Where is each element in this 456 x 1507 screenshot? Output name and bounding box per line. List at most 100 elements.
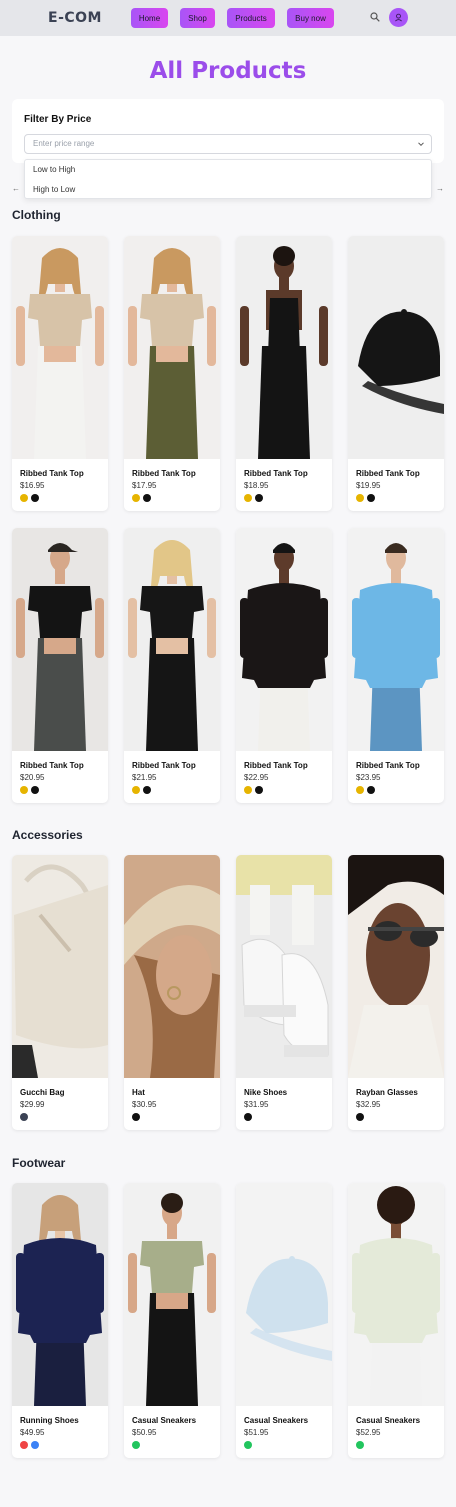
color-swatch[interactable] (20, 1441, 28, 1449)
product-card[interactable]: Ribbed Tank Top $22.95 (236, 528, 332, 803)
product-image[interactable] (12, 1183, 108, 1406)
search-icon[interactable] (370, 12, 380, 22)
product-name[interactable]: Casual Sneakers (244, 1416, 308, 1425)
product-image[interactable] (236, 1183, 332, 1406)
color-swatch[interactable] (244, 494, 252, 502)
color-swatch[interactable] (367, 494, 375, 502)
sort-high-to-low-option[interactable]: High to Low (33, 185, 75, 194)
nav-shop-button[interactable]: Shop (180, 8, 215, 28)
color-swatch[interactable] (356, 1441, 364, 1449)
product-card[interactable]: Ribbed Tank Top $20.95 (12, 528, 108, 803)
color-swatches (20, 786, 39, 794)
nav-buy-now-button[interactable]: Buy now (287, 8, 334, 28)
product-card[interactable]: Casual Sneakers $50.95 (124, 1183, 220, 1458)
product-card[interactable]: Nike Shoes $31.95 (236, 855, 332, 1130)
color-swatch[interactable] (143, 786, 151, 794)
product-name[interactable]: Gucchi Bag (20, 1088, 64, 1097)
product-card[interactable]: Rayban Glasses $32.95 (348, 855, 444, 1130)
color-swatch[interactable] (132, 1113, 140, 1121)
color-swatch[interactable] (356, 786, 364, 794)
product-name[interactable]: Casual Sneakers (356, 1416, 420, 1425)
price-range-placeholder: Enter price range (33, 139, 95, 148)
product-image[interactable] (124, 1183, 220, 1406)
color-swatches (244, 1441, 252, 1449)
product-image[interactable] (236, 236, 332, 459)
color-swatch[interactable] (31, 494, 39, 502)
product-image[interactable] (12, 528, 108, 751)
product-image[interactable] (124, 236, 220, 459)
sort-low-to-high-option[interactable]: Low to High (33, 165, 75, 174)
color-swatch[interactable] (244, 1113, 252, 1121)
product-name[interactable]: Ribbed Tank Top (20, 469, 84, 478)
product-card[interactable]: Ribbed Tank Top $19.95 (348, 236, 444, 511)
product-name[interactable]: Ribbed Tank Top (356, 761, 420, 770)
product-card[interactable]: Ribbed Tank Top $18.95 (236, 236, 332, 511)
product-name[interactable]: Ribbed Tank Top (356, 469, 420, 478)
product-card[interactable]: Casual Sneakers $51.95 (236, 1183, 332, 1458)
color-swatch[interactable] (244, 1441, 252, 1449)
product-image[interactable] (124, 528, 220, 751)
color-swatch[interactable] (132, 494, 140, 502)
product-image[interactable] (348, 236, 444, 459)
product-price: $29.99 (20, 1100, 45, 1109)
color-swatch[interactable] (356, 1113, 364, 1121)
color-swatches (20, 1441, 39, 1449)
color-swatch[interactable] (20, 494, 28, 502)
color-swatch[interactable] (255, 786, 263, 794)
page-title: All Products (149, 58, 307, 84)
product-card[interactable]: Hat $30.95 (124, 855, 220, 1130)
product-price: $51.95 (244, 1428, 269, 1437)
product-image[interactable] (236, 528, 332, 751)
color-swatch[interactable] (20, 1113, 28, 1121)
user-avatar[interactable] (389, 8, 408, 27)
product-name[interactable]: Ribbed Tank Top (244, 761, 308, 770)
color-swatch[interactable] (31, 1441, 39, 1449)
product-name[interactable]: Ribbed Tank Top (244, 469, 308, 478)
product-name[interactable]: Ribbed Tank Top (132, 469, 196, 478)
carousel-next-arrow[interactable]: → (436, 184, 444, 193)
color-swatch[interactable] (31, 786, 39, 794)
price-sort-dropdown: Low to High High to Low (24, 159, 432, 199)
carousel-prev-arrow[interactable]: ← (12, 184, 20, 193)
product-name[interactable]: Ribbed Tank Top (132, 761, 196, 770)
color-swatch[interactable] (20, 786, 28, 794)
color-swatch[interactable] (255, 494, 263, 502)
color-swatch[interactable] (367, 786, 375, 794)
product-card[interactable]: Ribbed Tank Top $21.95 (124, 528, 220, 803)
product-price: $22.95 (244, 773, 269, 782)
brand-logo[interactable]: E-COM (48, 10, 102, 26)
price-range-select[interactable]: Enter price range (24, 134, 432, 154)
product-image[interactable] (348, 528, 444, 751)
product-name[interactable]: Hat (132, 1088, 145, 1097)
nav-home-button[interactable]: Home (131, 8, 168, 28)
product-image[interactable] (124, 855, 220, 1078)
product-image[interactable] (348, 855, 444, 1078)
product-card[interactable]: Ribbed Tank Top $16.95 (12, 236, 108, 511)
product-image[interactable] (12, 855, 108, 1078)
product-image[interactable] (348, 1183, 444, 1406)
color-swatch[interactable] (356, 494, 364, 502)
product-name[interactable]: Running Shoes (20, 1416, 79, 1425)
product-card[interactable]: Gucchi Bag $29.99 (12, 855, 108, 1130)
product-image[interactable] (236, 855, 332, 1078)
product-name[interactable]: Rayban Glasses (356, 1088, 418, 1097)
section-title-clothing: Clothing (12, 208, 61, 222)
product-card[interactable]: Ribbed Tank Top $17.95 (124, 236, 220, 511)
product-name[interactable]: Nike Shoes (244, 1088, 287, 1097)
product-name[interactable]: Casual Sneakers (132, 1416, 196, 1425)
color-swatch[interactable] (132, 1441, 140, 1449)
color-swatch[interactable] (143, 494, 151, 502)
product-price: $17.95 (132, 481, 157, 490)
nav-products-button[interactable]: Products (227, 8, 275, 28)
color-swatches (132, 494, 151, 502)
product-card[interactable]: Running Shoes $49.95 (12, 1183, 108, 1458)
product-image[interactable] (12, 236, 108, 459)
product-name[interactable]: Ribbed Tank Top (20, 761, 84, 770)
product-card[interactable]: Casual Sneakers $52.95 (348, 1183, 444, 1458)
product-card[interactable]: Ribbed Tank Top $23.95 (348, 528, 444, 803)
product-price: $52.95 (356, 1428, 381, 1437)
product-price: $50.95 (132, 1428, 157, 1437)
product-price: $21.95 (132, 773, 157, 782)
color-swatch[interactable] (132, 786, 140, 794)
color-swatch[interactable] (244, 786, 252, 794)
